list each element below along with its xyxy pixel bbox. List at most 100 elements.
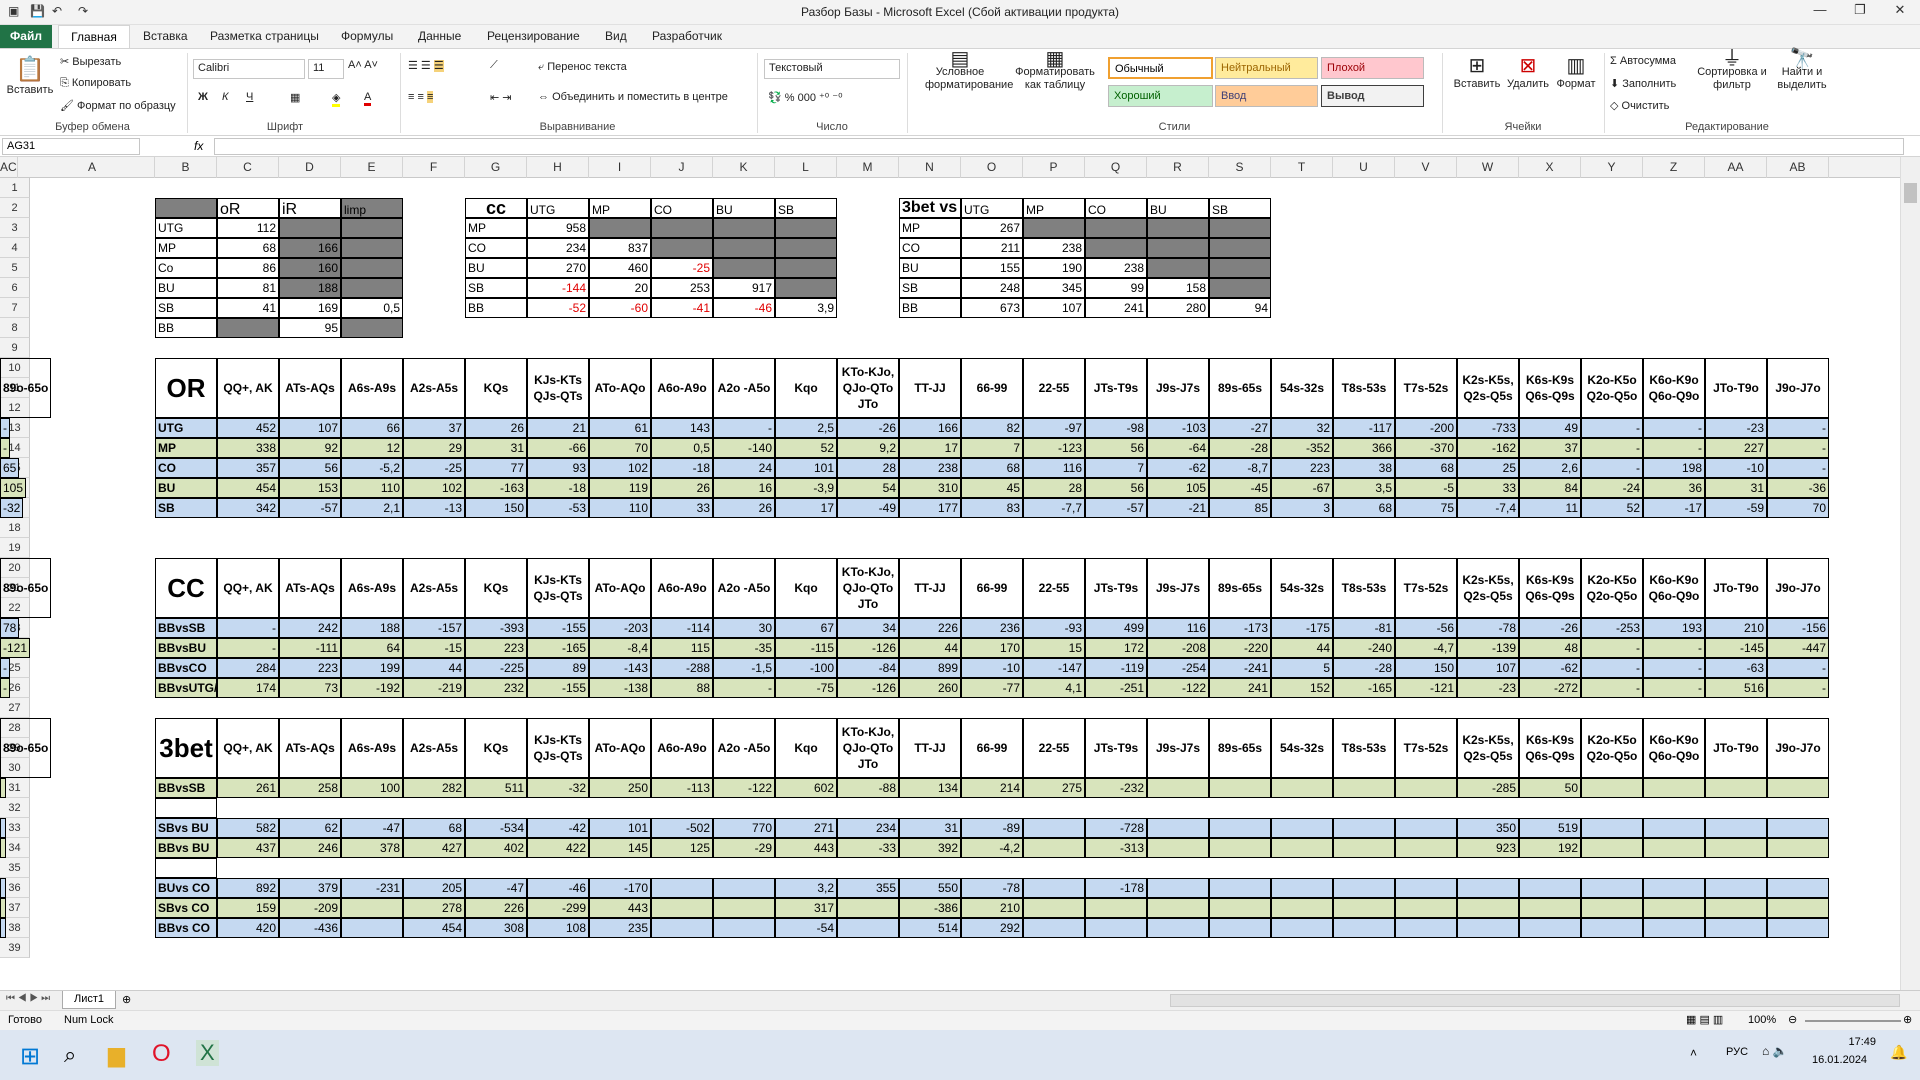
value-cell[interactable]: 511 (465, 778, 527, 798)
value-cell[interactable] (1209, 878, 1271, 898)
value-cell[interactable] (217, 318, 279, 338)
value-cell[interactable]: 673 (961, 298, 1023, 318)
value-cell[interactable]: -119 (1085, 658, 1147, 678)
column-header[interactable]: T (1271, 157, 1333, 178)
row-label[interactable]: BBvsSB (155, 778, 217, 798)
search-icon[interactable]: ⌕ (64, 1042, 76, 1068)
row-label[interactable]: CO (465, 238, 527, 258)
value-cell[interactable]: -192 (341, 678, 403, 698)
value-cell[interactable] (1333, 818, 1395, 838)
hand-range-header[interactable]: 54s-32s (1271, 718, 1333, 778)
cc-header[interactable]: SB (775, 198, 837, 218)
value-cell[interactable]: -140 (713, 438, 775, 458)
hand-range-header[interactable]: KTo-KJo, QJo-QTo JTo (837, 358, 899, 418)
hand-range-header[interactable]: QQ+, AK (217, 558, 279, 618)
value-cell[interactable]: - (713, 418, 775, 438)
column-header[interactable]: C (217, 157, 279, 178)
hand-range-header[interactable]: A6s-A9s (341, 558, 403, 618)
cut-button[interactable]: ✂ Вырезать (60, 55, 121, 68)
or-header[interactable]: iR (279, 198, 341, 218)
paste-button[interactable]: 📋 Вставить (6, 55, 54, 96)
value-cell[interactable]: 284 (217, 658, 279, 678)
bet-header[interactable]: CO (1085, 198, 1147, 218)
or-header[interactable]: oR (217, 198, 279, 218)
find-select-button[interactable]: 🔭 Найти и выделить (1770, 49, 1834, 92)
value-cell[interactable]: -200 (1395, 418, 1457, 438)
network-icon[interactable]: ⌂ 🔈 (1762, 1044, 1788, 1058)
value-cell[interactable]: -728 (1085, 818, 1147, 838)
value-cell[interactable]: 67 (775, 618, 837, 638)
hand-range-header[interactable]: JTo-T9o (1705, 718, 1767, 778)
value-cell[interactable]: -122 (713, 778, 775, 798)
value-cell[interactable]: - (1767, 458, 1829, 478)
value-cell[interactable]: 166 (899, 418, 961, 438)
value-cell[interactable]: -23 (1457, 678, 1519, 698)
value-cell[interactable]: 958 (527, 218, 589, 238)
value-cell[interactable] (1271, 918, 1333, 938)
zoom-in-icon[interactable]: ⊕ (1903, 1013, 1912, 1026)
value-cell[interactable]: 226 (465, 898, 527, 918)
column-header[interactable]: P (1023, 157, 1085, 178)
hand-range-header[interactable]: QQ+, AK (217, 358, 279, 418)
value-cell[interactable]: -42 (527, 818, 589, 838)
hand-range-header[interactable]: 89s-65s (1209, 718, 1271, 778)
hand-range-header[interactable]: JTo-T9o (1705, 358, 1767, 418)
value-cell[interactable]: -393 (465, 618, 527, 638)
column-header[interactable]: Z (1643, 157, 1705, 178)
row-label[interactable]: CO (899, 238, 961, 258)
value-cell[interactable]: 402 (465, 838, 527, 858)
value-cell[interactable]: -97 (1023, 418, 1085, 438)
value-cell[interactable]: 923 (1457, 838, 1519, 858)
value-cell[interactable] (1457, 898, 1519, 918)
hand-range-header[interactable]: K2o-K5o Q2o-Q5o (1581, 718, 1643, 778)
column-header[interactable]: D (279, 157, 341, 178)
value-cell[interactable]: 366 (1333, 438, 1395, 458)
value-cell[interactable] (1023, 818, 1085, 838)
column-header[interactable]: R (1147, 157, 1209, 178)
value-cell[interactable]: -63 (1705, 658, 1767, 678)
value-cell[interactable]: -117 (1333, 418, 1395, 438)
hand-range-header[interactable]: TT-JJ (899, 718, 961, 778)
value-cell[interactable] (0, 898, 6, 918)
style-output[interactable]: Вывод (1321, 85, 1424, 107)
value-cell[interactable]: -28 (1209, 438, 1271, 458)
value-cell[interactable]: 26 (465, 418, 527, 438)
value-cell[interactable]: 443 (775, 838, 837, 858)
column-header[interactable]: N (899, 157, 961, 178)
value-cell[interactable]: -139 (1457, 638, 1519, 658)
value-cell[interactable]: 499 (1085, 618, 1147, 638)
value-cell[interactable]: -36 (1767, 478, 1829, 498)
new-sheet-icon[interactable]: ⊕ (122, 993, 131, 1006)
value-cell[interactable]: 211 (961, 238, 1023, 258)
value-cell[interactable]: -84 (837, 658, 899, 678)
value-cell[interactable]: 454 (403, 918, 465, 938)
minimize-icon[interactable]: — (1800, 2, 1840, 22)
value-cell[interactable]: 68 (961, 458, 1023, 478)
value-cell[interactable]: 11 (1519, 498, 1581, 518)
value-cell[interactable] (1643, 818, 1705, 838)
value-cell[interactable]: 770 (713, 818, 775, 838)
column-header[interactable]: V (1395, 157, 1457, 178)
value-cell[interactable]: 56 (279, 458, 341, 478)
tray-chevron-icon[interactable]: ˄ (1690, 1046, 1697, 1060)
value-cell[interactable]: -386 (899, 898, 961, 918)
value-cell[interactable]: -67 (1271, 478, 1333, 498)
value-cell[interactable]: 77 (465, 458, 527, 478)
hand-range-header[interactable]: JTs-T9s (1085, 718, 1147, 778)
value-cell[interactable]: - (0, 658, 10, 678)
value-cell[interactable]: 152 (1271, 678, 1333, 698)
value-cell[interactable]: 145 (589, 838, 651, 858)
value-cell[interactable]: 116 (1023, 458, 1085, 478)
value-cell[interactable]: - (0, 418, 10, 438)
value-cell[interactable]: 70 (1767, 498, 1829, 518)
value-cell[interactable]: 378 (341, 838, 403, 858)
value-cell[interactable]: -62 (1147, 458, 1209, 478)
row-label[interactable]: BBvsCO (155, 658, 217, 678)
value-cell[interactable] (1023, 838, 1085, 858)
value-cell[interactable] (1581, 898, 1643, 918)
value-cell[interactable]: 92 (279, 438, 341, 458)
hand-range-header[interactable]: QQ+, AK (217, 718, 279, 778)
value-cell[interactable] (1395, 778, 1457, 798)
hand-range-header[interactable]: TT-JJ (899, 558, 961, 618)
hand-range-header[interactable]: T7s-52s (1395, 558, 1457, 618)
